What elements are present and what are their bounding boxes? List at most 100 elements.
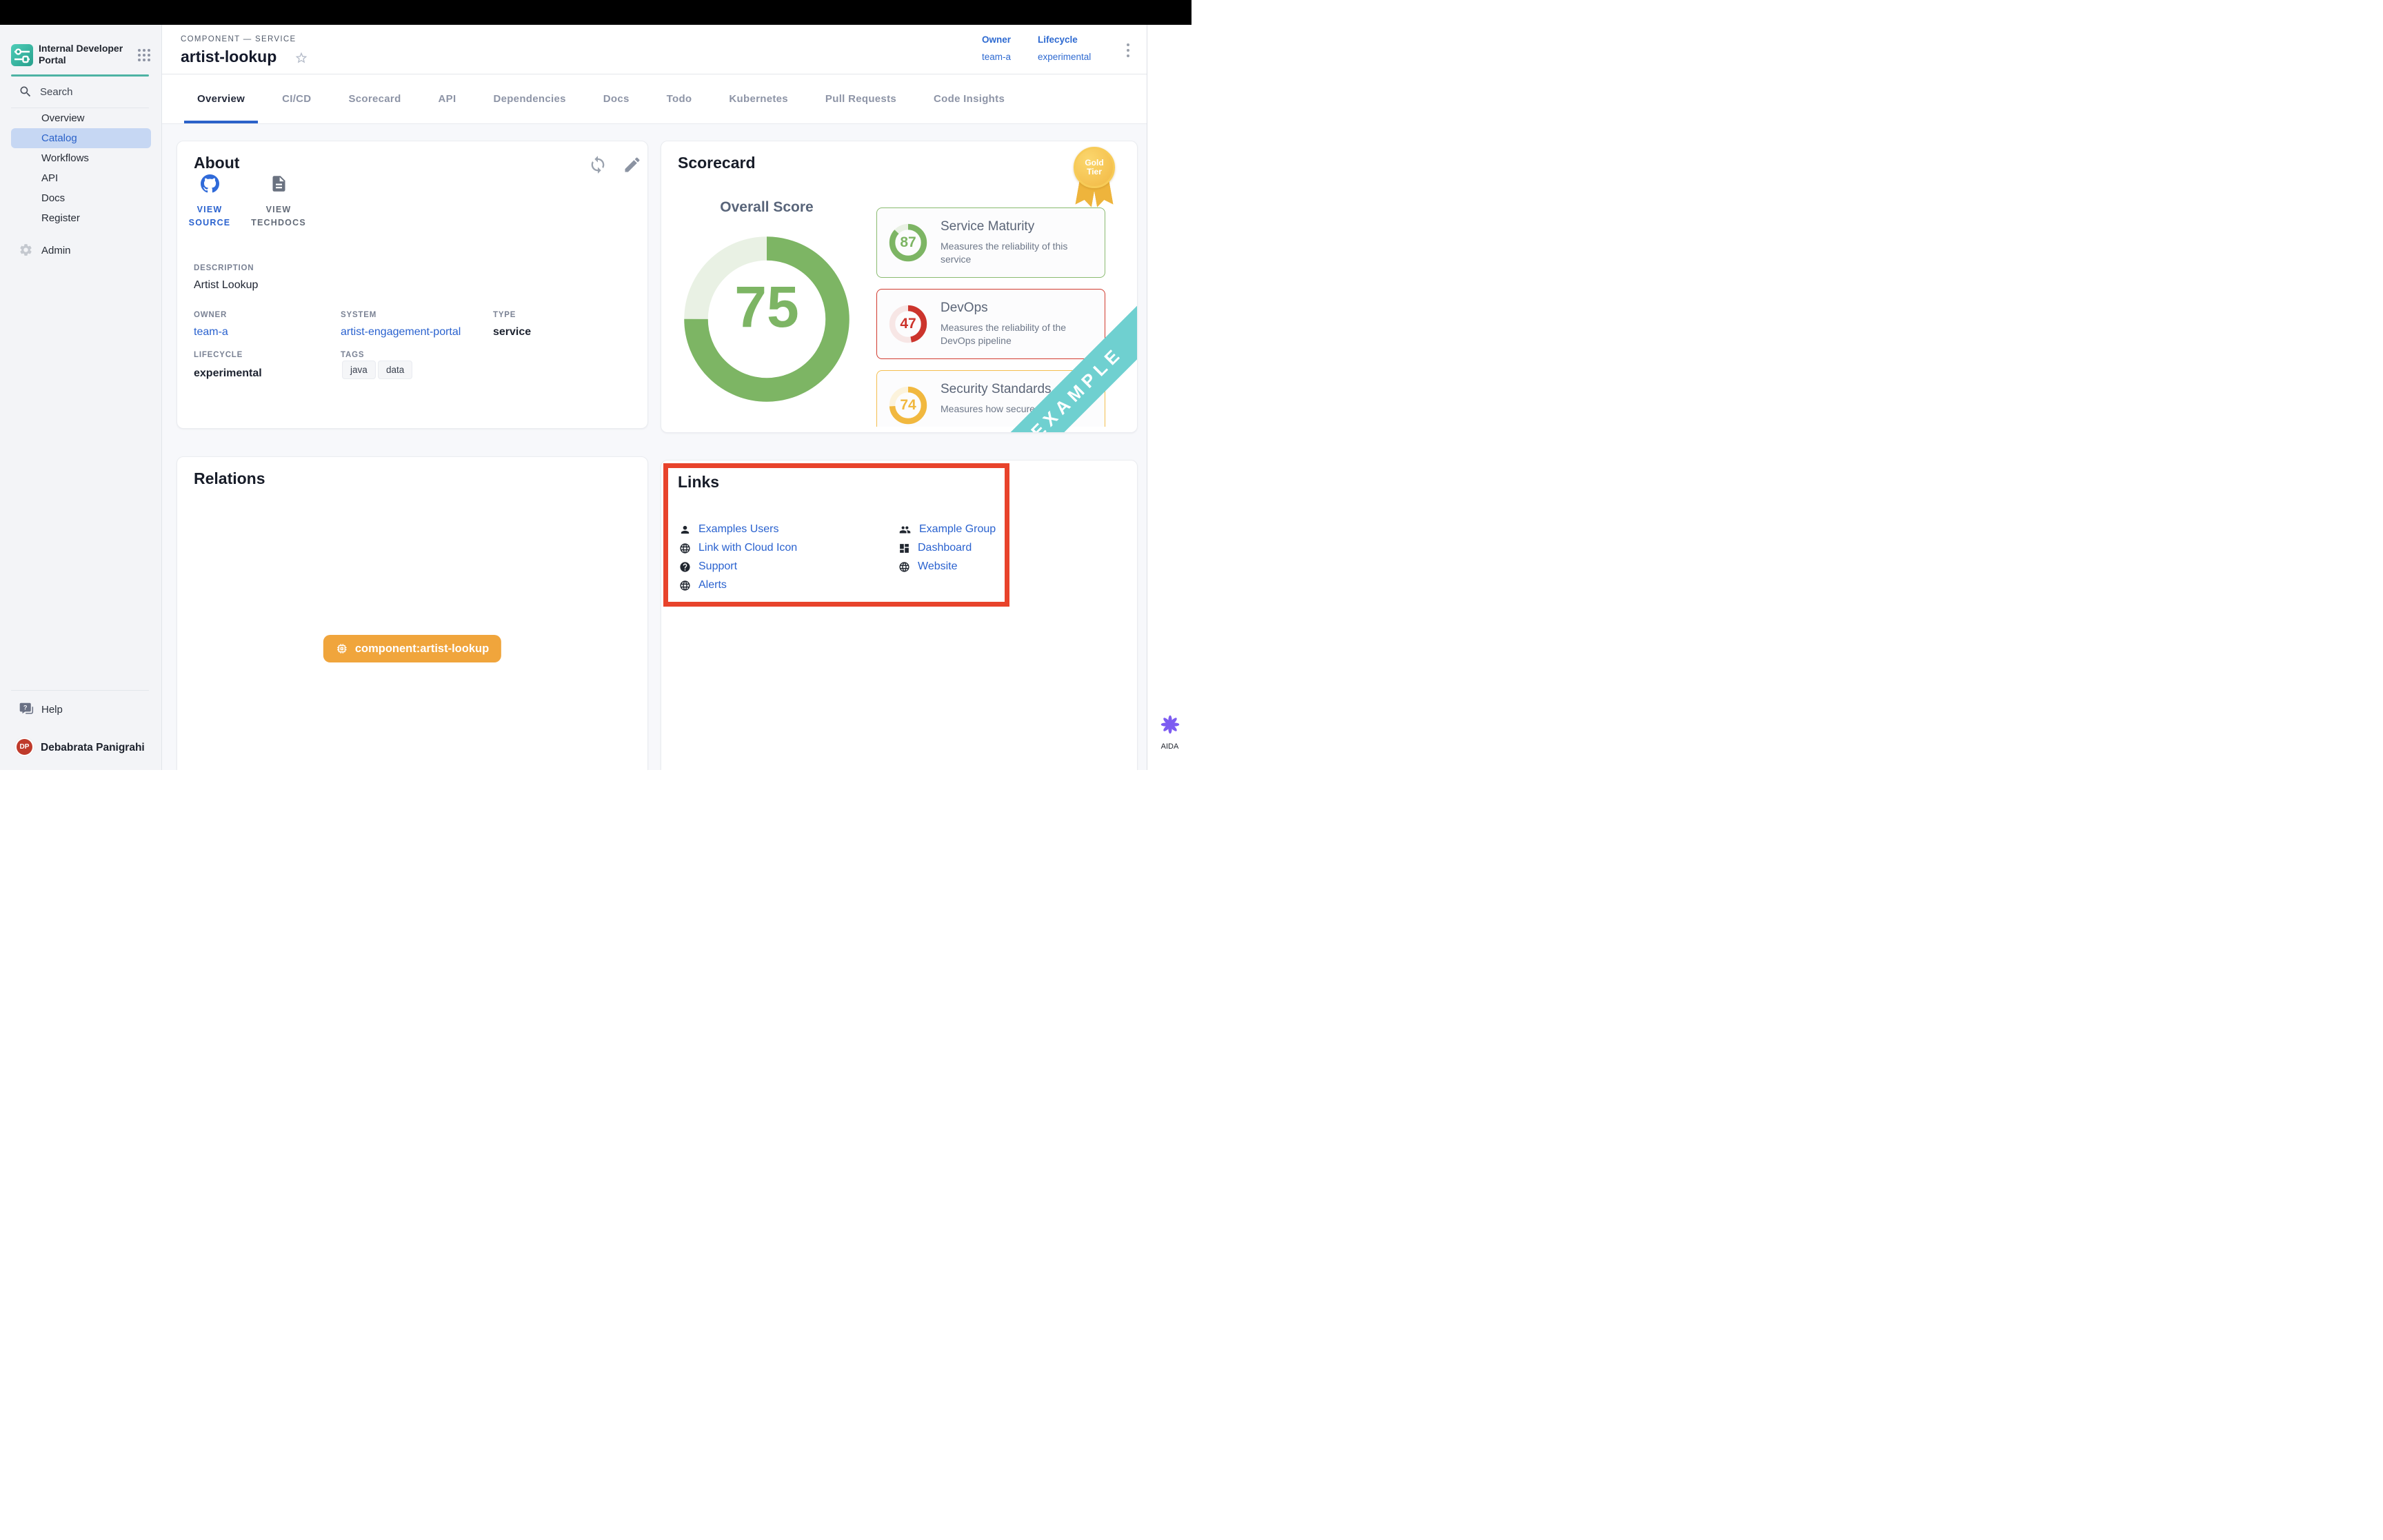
link-alerts[interactable]: Alerts [679,577,727,594]
sidebar-item-api[interactable]: API [11,168,151,188]
aida-label: AIDA [1147,742,1192,751]
tag-chip-data[interactable]: data [378,361,412,379]
link-dashboard[interactable]: Dashboard [898,540,972,556]
aida-flower-icon [1160,714,1180,735]
edit-pencil-icon[interactable] [623,155,642,174]
view-techdocs-line1: VIEW [266,205,292,214]
system-field-label: SYSTEM [341,311,376,319]
sidebar-user[interactable]: DP Debabrata Panigrahi [0,736,162,760]
sidebar-item-help[interactable]: ? Help [0,700,162,720]
scorecard-card: Scorecard Gold Tier Overall Score 75 [661,141,1138,433]
portal-title: Internal Developer Portal [39,43,124,66]
tab-scorecard[interactable]: Scorecard [330,74,419,123]
links-card: Links Examples Users Link with Cloud Ico… [661,460,1138,770]
tab-todo[interactable]: Todo [648,74,711,123]
link-examples-users[interactable]: Examples Users [679,521,778,538]
sidebar-footer-divider [11,690,149,691]
owner-field-value[interactable]: team-a [194,326,228,338]
tab-dependencies[interactable]: Dependencies [474,74,584,123]
sidebar-item-workflows[interactable]: Workflows [11,148,151,168]
sidebar-item-overview[interactable]: Overview [11,108,151,128]
gold-tier-line2: Tier [1087,167,1102,176]
tab-api[interactable]: API [420,74,475,123]
relations-card: Relations component:artist-lookup [177,456,648,770]
tab-kubernetes[interactable]: Kubernetes [710,74,807,123]
link-support[interactable]: Support [679,558,737,575]
metric-name: DevOps [941,301,988,316]
tab-cicd[interactable]: CI/CD [263,74,330,123]
link-label: Link with Cloud Icon [698,542,797,554]
tab-pull-requests[interactable]: Pull Requests [807,74,915,123]
relations-node-component[interactable]: component:artist-lookup [323,635,501,662]
owner-label: Owner [982,34,1011,45]
tab-docs[interactable]: Docs [585,74,648,123]
sidebar-item-admin[interactable]: Admin [0,240,162,261]
app-grid-icon[interactable] [137,48,152,63]
link-label: Example Group [919,523,996,536]
gold-tier-badge: Gold Tier [1072,147,1116,210]
metric-score: 47 [888,304,928,344]
more-options-kebab-icon[interactable] [1122,40,1134,61]
owner-meta: Owner team-a [982,34,1011,63]
favorite-star-icon[interactable] [294,51,308,65]
entity-tabs: Overview CI/CD Scorecard API Dependencie… [162,74,1147,124]
view-source-button[interactable]: VIEW SOURCE [183,174,237,230]
link-label: Dashboard [918,542,972,554]
metric-devops[interactable]: 47 DevOps Measures the reliability of th… [876,289,1105,359]
svg-text:?: ? [23,704,28,711]
portal-logo-icon [11,44,33,66]
owner-field-label: OWNER [194,311,227,319]
lifecycle-label: Lifecycle [1038,34,1091,45]
metric-name: Service Maturity [941,219,1034,234]
system-field-value[interactable]: artist-engagement-portal [341,326,461,338]
person-icon [679,524,691,536]
link-label: Examples Users [698,523,778,536]
main-content: COMPONENT — SERVICE artist-lookup Owner … [162,25,1147,770]
dashboard-icon [898,543,910,554]
globe-icon [679,543,691,554]
link-label: Alerts [698,579,727,591]
overall-score-value: 75 [684,274,849,341]
admin-label: Admin [41,245,71,256]
link-website[interactable]: Website [898,558,958,575]
search-label: Search [40,86,73,98]
aida-widget[interactable]: AIDA [1147,714,1192,751]
sidebar-item-catalog[interactable]: Catalog [11,128,151,148]
page-title: artist-lookup [181,48,276,66]
tags-field-label: TAGS [341,351,364,359]
entity-kicker: COMPONENT — SERVICE [181,35,296,43]
overall-score-label: Overall Score [691,199,843,216]
description-label: DESCRIPTION [194,264,254,272]
relations-node-label: component:artist-lookup [355,642,489,656]
relations-title: Relations [194,469,265,488]
help-circle-icon [679,561,691,573]
description-value: Artist Lookup [194,279,258,292]
tab-code-insights[interactable]: Code Insights [915,74,1023,123]
link-with-cloud-icon[interactable]: Link with Cloud Icon [679,540,797,556]
view-techdocs-line2: TECHDOCS [251,218,306,227]
link-label: Website [918,560,958,573]
tag-chip-java[interactable]: java [342,361,376,379]
metric-service-maturity[interactable]: 87 Service Maturity Measures the reliabi… [876,207,1105,278]
type-field-label: TYPE [493,311,516,319]
link-example-group[interactable]: Example Group [898,521,996,538]
entity-header: COMPONENT — SERVICE artist-lookup Owner … [162,25,1147,74]
view-source-line2: SOURCE [189,218,231,227]
refresh-icon[interactable] [588,155,607,174]
owner-value[interactable]: team-a [982,52,1011,63]
view-techdocs-button[interactable]: VIEW TECHDOCS [241,174,316,230]
search-icon [19,85,32,99]
sidebar-item-register[interactable]: Register [11,208,151,228]
lifecycle-value: experimental [1038,52,1091,63]
sidebar-item-search[interactable]: Search [0,83,162,103]
lifecycle-field-value: experimental [194,367,262,380]
tab-overview[interactable]: Overview [179,74,263,123]
brand-divider [11,74,149,77]
github-icon [201,174,219,193]
top-black-bar [0,0,1192,25]
internal-developer-portal-app: Internal Developer Portal Search Overvie… [0,0,1192,770]
type-field-value: service [493,326,531,338]
sidebar-item-docs[interactable]: Docs [11,188,151,208]
chip-icon [336,642,348,655]
help-label: Help [41,704,63,716]
